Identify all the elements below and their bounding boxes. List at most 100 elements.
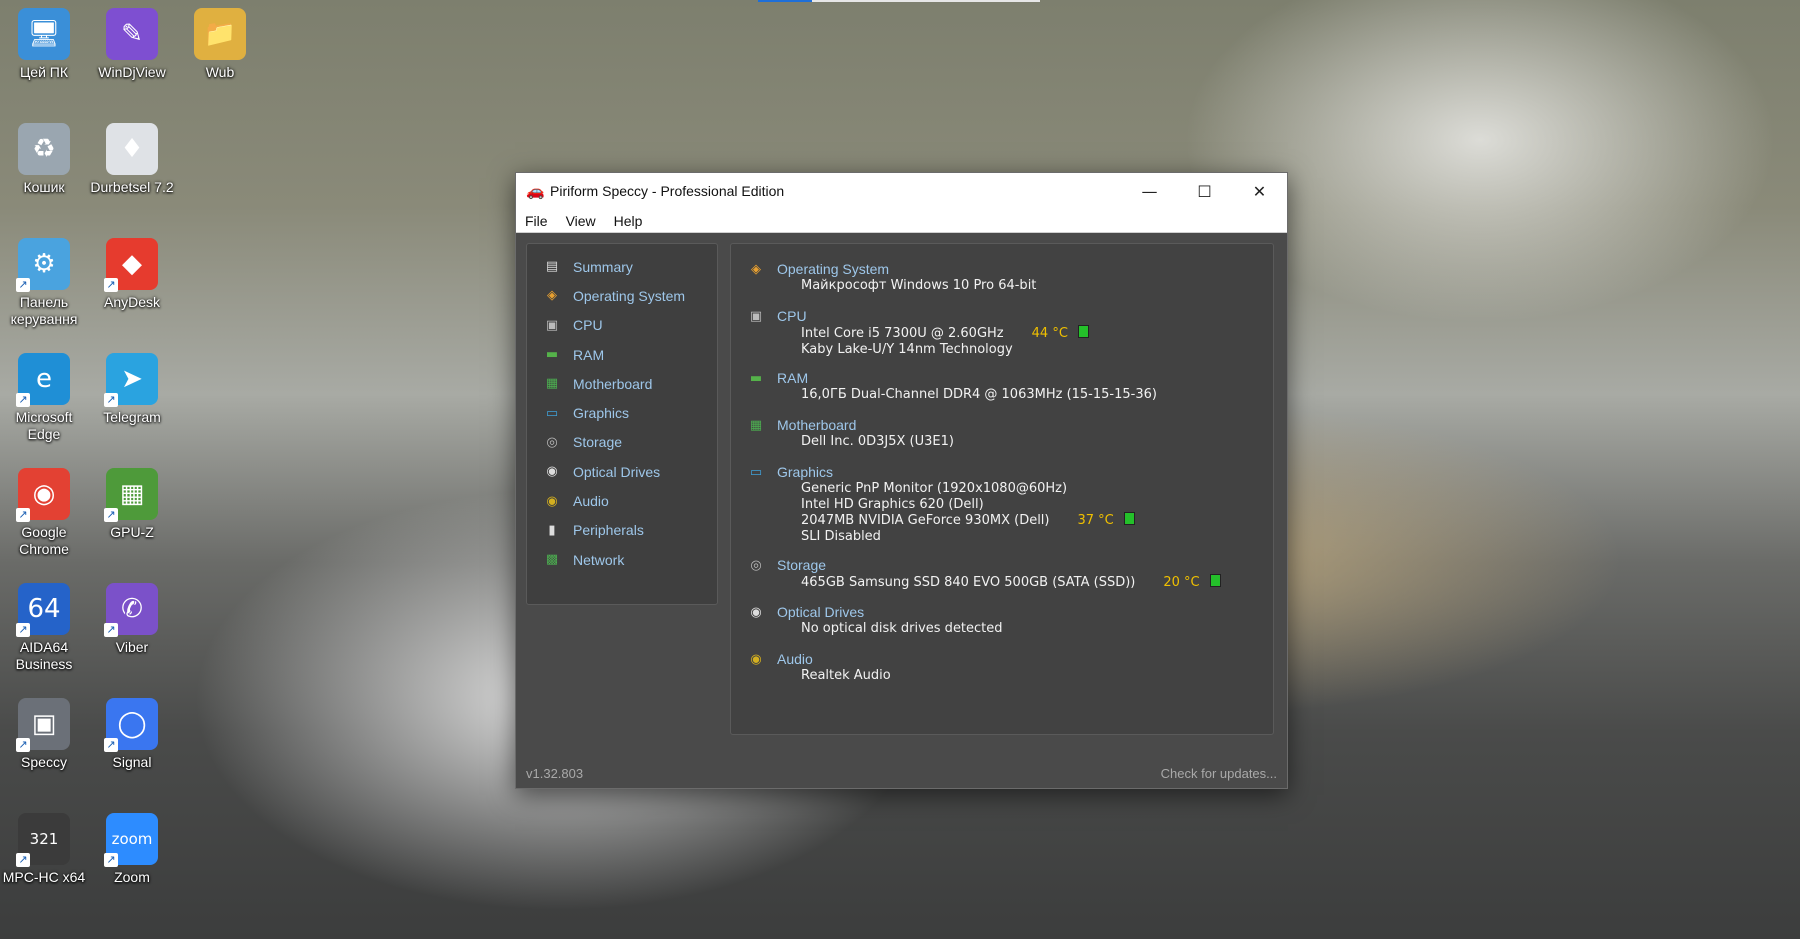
section-title[interactable]: Optical Drives — [777, 604, 864, 620]
sidebar-item-ram[interactable]: ▬ RAM — [527, 340, 717, 369]
section-operating-system: ◈ Operating System Майкрософт Windows 10 P… — [747, 260, 1036, 294]
sidebar-item-cpu[interactable]: ▣ CPU — [527, 311, 717, 340]
detail-text: Generic PnP Monitor (1920x1080@60Hz) — [801, 481, 1068, 496]
section-title[interactable]: CPU — [777, 308, 807, 324]
sidebar-item-summary[interactable]: ▤ Summary — [527, 252, 717, 281]
section-detail-line: Realtek Audio — [801, 668, 891, 684]
telegram-icon: ➤ ↗ — [104, 353, 158, 407]
speaker-icon: ◉ — [750, 651, 762, 667]
desktop-icon[interactable]: ▣ ↗ Speccy — [1, 698, 87, 771]
hard-drive-icon: ◎ — [750, 557, 762, 573]
shortcut-arrow-icon: ↗ — [104, 623, 118, 637]
sidebar-item-optical-drives[interactable]: ◉ Optical Drives — [527, 457, 717, 486]
check-updates-link[interactable]: Check for updates... — [1161, 766, 1277, 781]
section-title[interactable]: Audio — [777, 651, 813, 667]
desktop-icon[interactable]: ♻ Кошик — [1, 123, 87, 196]
desktop-icon-label: Microsoft Edge — [15, 409, 73, 442]
title-bar[interactable]: 🚗 Piriform Speccy - Professional Edition… — [516, 173, 1287, 209]
desktop-icon[interactable]: ✆ ↗ Viber — [89, 583, 175, 656]
detail-text: SLI Disabled — [801, 528, 881, 544]
menu-view[interactable]: View — [557, 213, 605, 229]
sidebar-item-label: Peripherals — [573, 522, 644, 539]
sidebar-item-operating-system[interactable]: ◈ Operating System — [527, 281, 717, 310]
desktop-icon[interactable]: ♦ Durbetsel 7.2 — [89, 123, 175, 196]
disc-icon: ◉ — [546, 464, 558, 480]
close-button[interactable]: ✕ — [1232, 173, 1287, 209]
desktop-icon-label: Кошик — [23, 179, 65, 195]
temperature-reading: 44 °C — [1031, 326, 1068, 341]
durbetsel-icon: ♦ — [106, 123, 158, 175]
detail-text: Intel Core i5 7300U @ 2.60GHz — [801, 326, 1004, 341]
shortcut-arrow-icon: ↗ — [16, 738, 30, 752]
section-title[interactable]: RAM — [777, 370, 808, 386]
desktop-icon[interactable]: ◉ ↗ Google Chrome — [1, 468, 87, 558]
temperature-gauge-icon[interactable] — [1123, 512, 1135, 525]
viber-icon: ✆ ↗ — [104, 583, 158, 637]
sidebar-item-network[interactable]: ▩ Network — [527, 545, 717, 574]
section-ram: ▬ RAM 16,0ГБ Dual-Channel DDR4 @ 1063MHz (… — [747, 369, 1157, 403]
temperature-reading: 37 °C — [1077, 513, 1114, 528]
sidebar-nav: ▤ Summary ◈ Operating System ▣ CPU ▬ RAM ▦ Mother… — [526, 243, 718, 605]
section-title[interactable]: Motherboard — [777, 417, 856, 433]
network-icon: ▩ — [545, 552, 559, 568]
desktop-icon-label: Wub — [205, 64, 235, 80]
desktop-icon[interactable]: 🖥 Цей ПК — [1, 8, 87, 81]
aida64-icon: 64 ↗ — [16, 583, 70, 637]
section-title[interactable]: Graphics — [777, 464, 833, 480]
section-audio: ◉ Audio Realtek Audio — [747, 650, 891, 684]
menu-help[interactable]: Help — [605, 213, 652, 229]
sidebar-item-motherboard[interactable]: ▦ Motherboard — [527, 369, 717, 398]
top-progress-strip — [758, 0, 1040, 2]
shortcut-arrow-icon: ↗ — [104, 278, 118, 292]
minimize-button[interactable]: — — [1122, 173, 1177, 209]
maximize-button[interactable]: ☐ — [1177, 173, 1232, 209]
monitor-icon: ▭ — [545, 405, 559, 421]
section-optical-drives: ◉ Optical Drives No optical disk drives de… — [747, 603, 1002, 637]
section-title[interactable]: Operating System — [777, 261, 889, 277]
speccy-window[interactable]: 🚗 Piriform Speccy - Professional Edition… — [515, 172, 1288, 789]
minimize-icon: — — [1141, 181, 1158, 201]
sidebar-item-label: Motherboard — [573, 375, 653, 392]
detail-text: 16,0ГБ Dual-Channel DDR4 @ 1063MHz (15-1… — [801, 387, 1157, 402]
anydesk-icon: ◆ ↗ — [104, 238, 158, 292]
this-pc-icon: 🖥 — [18, 8, 70, 60]
section-detail-line: Generic PnP Monitor (1920x1080@60Hz) — [801, 481, 1135, 497]
shortcut-arrow-icon: ↗ — [104, 853, 118, 867]
desktop-icon[interactable]: ✎ WinDjView — [89, 8, 175, 81]
desktop-icon[interactable]: ⚙ ↗ Панель керування — [1, 238, 87, 328]
desktop-icon[interactable]: ◆ ↗ AnyDesk — [89, 238, 175, 311]
shortcut-arrow-icon: ↗ — [16, 278, 30, 292]
desktop-icon[interactable]: zoom ↗ Zoom — [89, 813, 175, 886]
desktop-icon[interactable]: ➤ ↗ Telegram — [89, 353, 175, 426]
ram-module-icon: ▬ — [545, 347, 559, 363]
sidebar-item-graphics[interactable]: ▭ Graphics — [527, 398, 717, 427]
cpu-chip-icon: ▣ — [545, 317, 559, 333]
desktop-icon[interactable]: 321 ↗ MPC-HC x64 — [1, 813, 87, 886]
desktop-icon[interactable]: 64 ↗ AIDA64 Business — [1, 583, 87, 673]
temperature-gauge-icon[interactable] — [1077, 325, 1089, 338]
signal-icon: ◯ ↗ — [104, 698, 158, 752]
cpu-chip-icon: ▣ — [749, 308, 763, 324]
desktop-icon[interactable]: e ↗ Microsoft Edge — [1, 353, 87, 443]
sidebar-item-storage[interactable]: ◎ Storage — [527, 428, 717, 457]
sidebar-item-label: CPU — [573, 317, 603, 334]
desktop-icon[interactable]: 📁 Wub — [177, 8, 263, 81]
sidebar-item-label: Summary — [573, 258, 633, 275]
desktop-icon-label: Signal — [112, 754, 152, 770]
section-title[interactable]: Storage — [777, 557, 826, 573]
detail-text: Kaby Lake-U/Y 14nm Technology — [801, 341, 1013, 357]
detail-text: Intel HD Graphics 620 (Dell) — [801, 496, 984, 512]
edge-icon: e ↗ — [16, 353, 70, 407]
desktop-icon[interactable]: ▦ ↗ GPU-Z — [89, 468, 175, 541]
temperature-gauge-icon[interactable] — [1209, 574, 1221, 587]
menu-file[interactable]: File — [516, 213, 557, 229]
desktop-icon[interactable]: ◯ ↗ Signal — [89, 698, 175, 771]
sidebar-item-audio[interactable]: ◉ Audio — [527, 486, 717, 515]
detail-text: 2047MB NVIDIA GeForce 930MX (Dell) — [801, 513, 1050, 528]
section-detail-line: Kaby Lake-U/Y 14nm Technology — [801, 342, 1089, 358]
sidebar-item-peripherals[interactable]: ▮ Peripherals — [527, 516, 717, 545]
desktop-icon-label: GPU-Z — [110, 524, 154, 540]
section-detail-line: 2047MB NVIDIA GeForce 930MX (Dell) 37 °C — [801, 512, 1135, 529]
section-detail-line: Майкрософт Windows 10 Pro 64-bit — [801, 278, 1036, 294]
section-detail-line: Intel HD Graphics 620 (Dell) — [801, 497, 1135, 513]
